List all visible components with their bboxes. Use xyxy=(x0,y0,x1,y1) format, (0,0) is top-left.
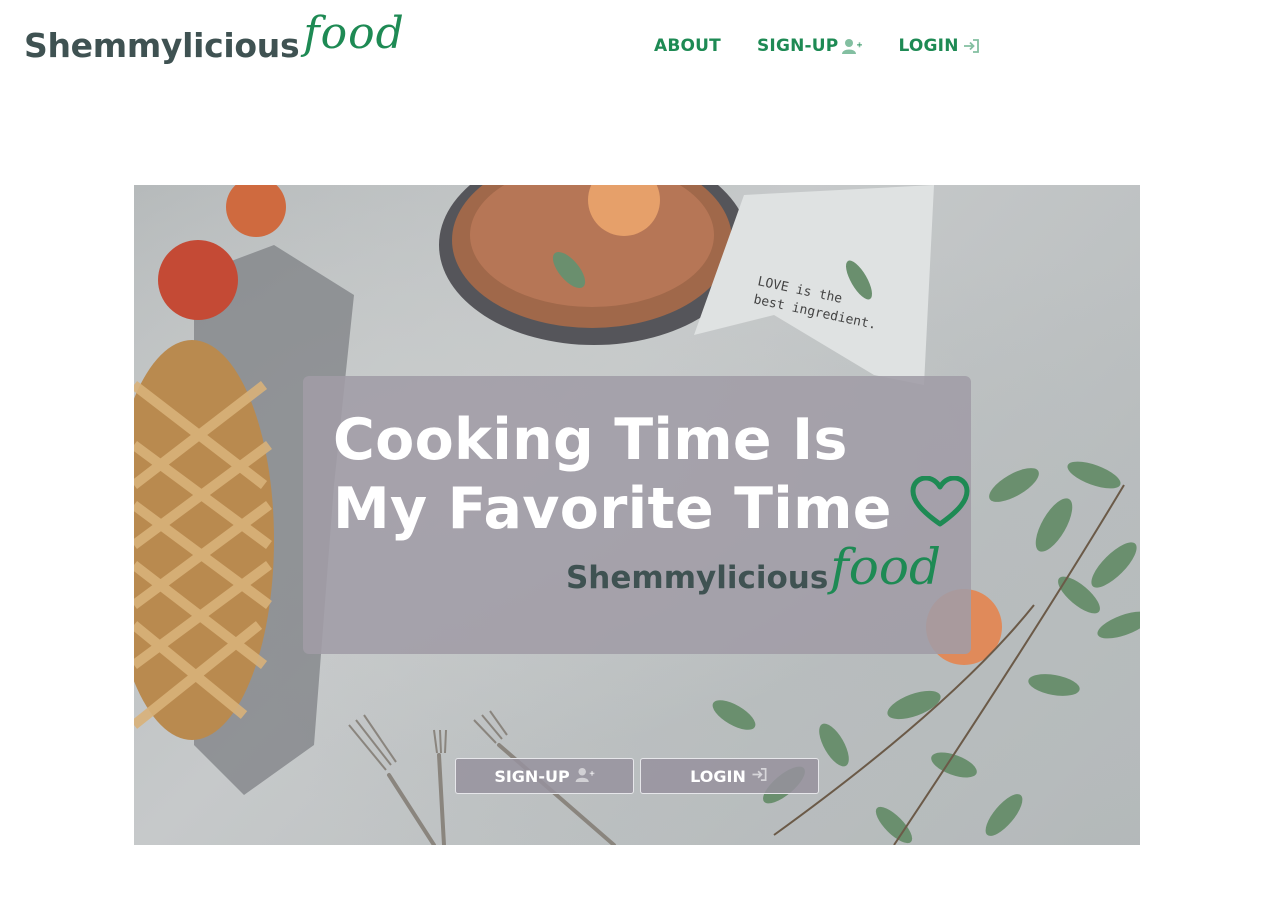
hero-signup-button[interactable]: SIGN-UP xyxy=(455,758,634,794)
hero-login-button[interactable]: LOGIN xyxy=(640,758,819,794)
hero-logo: Shemmylicious food xyxy=(566,538,941,596)
sign-in-icon xyxy=(751,767,769,786)
nav-login-link[interactable]: LOGIN xyxy=(898,36,982,56)
nav-signup-label: SIGN-UP xyxy=(756,36,839,56)
sign-in-icon xyxy=(963,38,983,54)
site-logo[interactable]: Shemmylicious food xyxy=(24,8,404,84)
hero-banner: LOVE is the best ingredient. Cooking Tim… xyxy=(134,185,1140,845)
logo-script-text: food xyxy=(303,8,405,59)
nav-about-link[interactable]: ABOUT xyxy=(654,36,721,56)
hero-logo-brand: Shemmylicious xyxy=(565,560,829,596)
hero-headline-line2: My Favorite Time xyxy=(333,476,892,542)
hero-logo-script: food xyxy=(830,538,941,596)
hero-login-label: LOGIN xyxy=(690,766,746,786)
hero-signup-label: SIGN-UP xyxy=(494,766,570,786)
hero-overlay-card: Cooking Time Is My Favorite Time Shemmyl… xyxy=(303,376,971,654)
user-plus-icon xyxy=(575,767,595,786)
hero-headline-line1: Cooking Time Is xyxy=(333,407,848,473)
hero-headline-line2-wrapper: My Favorite Time xyxy=(333,475,970,544)
hero-button-group: SIGN-UP LOGIN xyxy=(455,758,819,794)
heart-outline-icon xyxy=(910,475,970,544)
hero-headline: Cooking Time Is My Favorite Time xyxy=(333,406,970,544)
nav-about-label: ABOUT xyxy=(654,36,721,56)
user-plus-icon xyxy=(842,38,863,54)
logo-brand-text: Shemmylicious xyxy=(24,26,300,65)
nav-login-label: LOGIN xyxy=(898,36,959,56)
nav-signup-link[interactable]: SIGN-UP xyxy=(756,36,863,56)
main-nav: ABOUT SIGN-UP LOGIN xyxy=(654,36,983,56)
